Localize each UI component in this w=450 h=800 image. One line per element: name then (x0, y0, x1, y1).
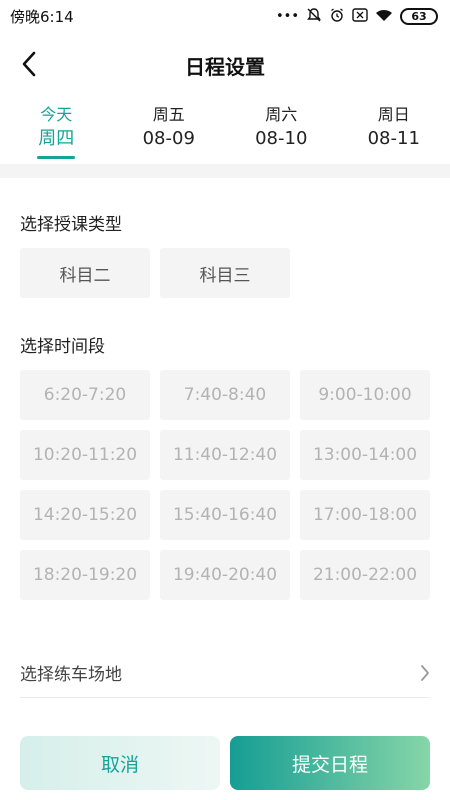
venue-selector[interactable]: 选择练车场地 (20, 648, 430, 698)
day-tab-sun[interactable]: 周日 08-11 (338, 104, 450, 166)
lesson-type-subject-3[interactable]: 科目三 (160, 248, 290, 298)
day-tab-weekday: 周五 (152, 105, 185, 124)
status-icons: ••• 63 (276, 7, 438, 26)
time-slot[interactable]: 14:20-15:20 (20, 490, 150, 540)
time-slot[interactable]: 7:40-8:40 (160, 370, 290, 420)
day-tab-sat[interactable]: 周六 08-10 (225, 104, 338, 166)
alarm-icon (329, 7, 345, 26)
lesson-type-subject-2[interactable]: 科目二 (20, 248, 150, 298)
chevron-right-icon (421, 664, 429, 681)
more-dots-icon: ••• (275, 8, 299, 24)
chevron-left-icon (22, 51, 36, 77)
time-slot[interactable]: 15:40-16:40 (160, 490, 290, 540)
time-slot[interactable]: 9:00-10:00 (300, 370, 430, 420)
time-slot[interactable]: 19:40-20:40 (160, 550, 290, 600)
cancel-button[interactable]: 取消 (20, 736, 220, 790)
sim-icon (352, 7, 368, 25)
active-tab-indicator (37, 156, 76, 159)
section-divider (0, 164, 450, 178)
time-slot[interactable]: 21:00-22:00 (300, 550, 430, 600)
time-slot[interactable]: 10:20-11:20 (20, 430, 150, 480)
venue-label: 选择练车场地 (20, 665, 122, 685)
day-tab-date: 08-09 (142, 128, 195, 149)
time-slot-label: 选择时间段 (20, 337, 105, 357)
back-button[interactable] (14, 46, 44, 82)
page-title: 日程设置 (185, 54, 265, 79)
time-slot[interactable]: 6:20-7:20 (20, 370, 150, 420)
status-bar: 傍晚6:14 ••• 63 (0, 0, 450, 32)
time-slot-grid: 6:20-7:20 7:40-8:40 9:00-10:00 10:20-11:… (20, 370, 430, 600)
day-tab-fri[interactable]: 周五 08-09 (113, 104, 226, 166)
wifi-icon (375, 8, 393, 25)
submit-schedule-button[interactable]: 提交日程 (230, 736, 430, 790)
day-tabs: 今天 周四 周五 08-09 周六 08-10 周日 08-11 (0, 104, 450, 166)
time-slot[interactable]: 11:40-12:40 (160, 430, 290, 480)
time-slot[interactable]: 17:00-18:00 (300, 490, 430, 540)
day-tab-date: 08-11 (367, 128, 420, 149)
mute-icon (306, 7, 322, 26)
time-slot[interactable]: 18:20-19:20 (20, 550, 150, 600)
lesson-type-label: 选择授课类型 (20, 215, 122, 235)
lesson-type-options: 科目二 科目三 (20, 248, 290, 298)
day-tab-today[interactable]: 今天 周四 (0, 104, 113, 166)
status-time: 傍晚6:14 (10, 7, 74, 26)
day-tab-weekday: 今天 (40, 105, 73, 124)
day-tab-weekday: 周日 (377, 105, 410, 124)
time-slot[interactable]: 13:00-14:00 (300, 430, 430, 480)
nav-bar: 日程设置 (0, 32, 450, 98)
day-tab-date: 周四 (38, 128, 75, 149)
battery-icon: 63 (400, 7, 438, 25)
day-tab-date: 08-10 (255, 128, 308, 149)
day-tab-weekday: 周六 (265, 105, 298, 124)
battery-level: 63 (411, 9, 427, 23)
